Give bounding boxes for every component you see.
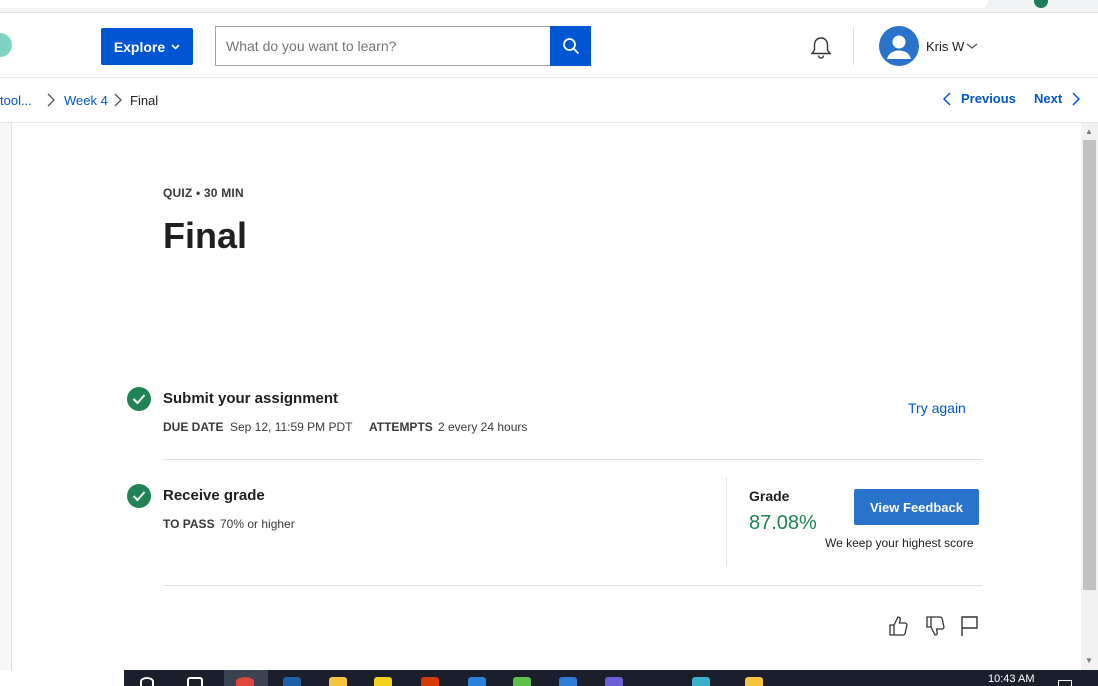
breadcrumb bbox=[0, 78, 1098, 123]
browser-toolbar bbox=[0, 0, 1098, 13]
check-circle-icon bbox=[127, 484, 151, 508]
flag-icon[interactable] bbox=[960, 614, 982, 638]
chevron-down-icon bbox=[171, 43, 180, 50]
step-submit-title: Submit your assignment bbox=[163, 390, 339, 407]
app-icon[interactable] bbox=[605, 677, 623, 686]
attempts-label: ATTEMPTS bbox=[369, 420, 433, 434]
user-name[interactable]: Kris W bbox=[926, 39, 964, 54]
previous-link[interactable]: Previous bbox=[943, 91, 1016, 106]
grade-divider bbox=[726, 477, 727, 567]
view-feedback-button[interactable]: View Feedback bbox=[854, 489, 979, 525]
due-date-value: Sep 12, 11:59 PM PDT bbox=[230, 420, 353, 434]
chevron-down-icon[interactable] bbox=[966, 41, 978, 51]
to-pass-value: 70% or higher bbox=[220, 517, 295, 531]
notification-icon[interactable] bbox=[1058, 680, 1072, 686]
profile-icon[interactable] bbox=[1034, 0, 1048, 8]
store-icon[interactable] bbox=[468, 677, 486, 686]
step-grade-title: Receive grade bbox=[163, 487, 265, 504]
app-icon[interactable] bbox=[283, 677, 301, 686]
file-explorer-icon[interactable] bbox=[329, 677, 347, 686]
address-bar[interactable] bbox=[0, 0, 988, 8]
previous-label: Previous bbox=[961, 91, 1016, 106]
app-icon[interactable] bbox=[559, 677, 577, 686]
next-label: Next bbox=[1034, 91, 1063, 106]
thumbs-up-icon[interactable] bbox=[887, 614, 909, 638]
try-again-link[interactable]: Try again bbox=[908, 400, 966, 416]
search-icon[interactable] bbox=[140, 677, 154, 686]
attempts-value: 2 every 24 hours bbox=[438, 420, 528, 434]
explore-label: Explore bbox=[113, 38, 166, 55]
office-icon[interactable] bbox=[421, 677, 439, 686]
quiz-meta: QUIZ • 30 MIN bbox=[163, 186, 244, 200]
to-pass-label: TO PASS bbox=[163, 517, 215, 531]
search-input[interactable] bbox=[215, 26, 551, 66]
divider bbox=[163, 585, 982, 586]
breadcrumb-item-current: Final bbox=[130, 93, 159, 108]
search-button[interactable] bbox=[550, 26, 591, 66]
avatar[interactable] bbox=[879, 26, 919, 66]
chevron-right-icon bbox=[47, 93, 55, 107]
scroll-up-arrow-icon[interactable]: ▲ bbox=[1085, 127, 1093, 136]
taskbar-clock: 10:43 AM bbox=[988, 673, 1035, 685]
sticky-notes-icon[interactable] bbox=[374, 677, 392, 686]
app-icon[interactable] bbox=[745, 677, 763, 686]
header-divider bbox=[853, 27, 854, 65]
chevron-right-icon bbox=[1072, 91, 1081, 106]
thumbs-down-icon[interactable] bbox=[924, 614, 946, 638]
task-view-icon[interactable] bbox=[187, 677, 203, 686]
breadcrumb-item-course[interactable]: tool... bbox=[0, 93, 32, 108]
chevron-right-icon bbox=[114, 93, 122, 107]
scroll-down-arrow-icon[interactable]: ▼ bbox=[1085, 656, 1093, 665]
next-link[interactable]: Next bbox=[1034, 91, 1081, 106]
bell-icon[interactable] bbox=[807, 34, 835, 62]
check-circle-icon bbox=[127, 387, 151, 411]
highest-score-note: We keep your highest score bbox=[825, 536, 974, 550]
page-title: Final bbox=[163, 215, 248, 256]
app-icon[interactable] bbox=[513, 677, 531, 686]
divider bbox=[163, 459, 982, 460]
app-icon[interactable] bbox=[692, 677, 710, 686]
explore-button[interactable]: Explore bbox=[101, 28, 193, 65]
scrollbar-thumb[interactable] bbox=[1083, 140, 1096, 590]
due-date-label: DUE DATE bbox=[163, 420, 224, 434]
chrome-icon[interactable] bbox=[236, 677, 254, 686]
chevron-left-icon bbox=[943, 91, 951, 106]
user-icon bbox=[887, 35, 911, 59]
grade-value: 87.08% bbox=[749, 512, 817, 534]
sidebar-rail[interactable] bbox=[0, 123, 12, 670]
search-icon bbox=[562, 38, 579, 55]
grade-label: Grade bbox=[749, 488, 790, 504]
breadcrumb-item-week[interactable]: Week 4 bbox=[64, 93, 108, 108]
